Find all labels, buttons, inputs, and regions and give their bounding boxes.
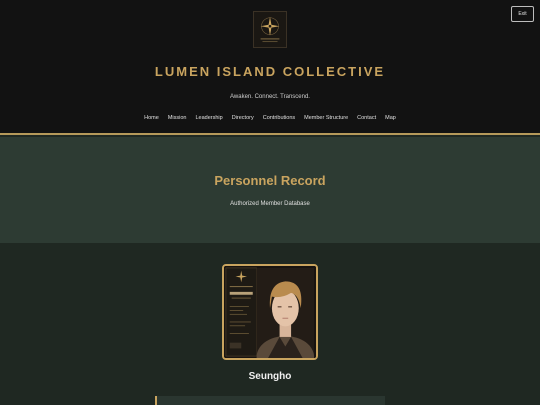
record-details-panel bbox=[155, 396, 385, 405]
site-title: LUMEN ISLAND COLLECTIVE bbox=[154, 64, 386, 79]
site-header: Exit LUMEN ISLAND COLLECTIVE Awaken. Con… bbox=[0, 0, 540, 135]
page-subtitle: Authorized Member Database bbox=[230, 201, 310, 207]
nav-item-home[interactable]: Home bbox=[144, 115, 159, 121]
nav-item-contributions[interactable]: Contributions bbox=[263, 115, 295, 121]
nav-item-mission[interactable]: Mission bbox=[168, 115, 187, 121]
member-photo bbox=[222, 264, 318, 360]
nav-item-leadership[interactable]: Leadership bbox=[195, 115, 222, 121]
compass-star-emblem-icon bbox=[260, 16, 280, 43]
exit-button[interactable]: Exit bbox=[511, 6, 534, 22]
nav-item-contact[interactable]: Contact bbox=[357, 115, 376, 121]
hero-banner: Personnel Record Authorized Member Datab… bbox=[0, 137, 540, 243]
main-nav: Home Mission Leadership Directory Contri… bbox=[0, 115, 540, 121]
nav-item-member-structure[interactable]: Member Structure bbox=[304, 115, 348, 121]
page-title: Personnel Record bbox=[214, 173, 326, 188]
site-tagline: Awaken. Connect. Transcend. bbox=[230, 94, 310, 100]
nav-item-directory[interactable]: Directory bbox=[232, 115, 254, 121]
member-id-card-portrait bbox=[224, 266, 316, 358]
member-name: Seungho bbox=[248, 371, 292, 382]
nav-item-map[interactable]: Map bbox=[385, 115, 396, 121]
site-logo[interactable] bbox=[253, 11, 287, 48]
